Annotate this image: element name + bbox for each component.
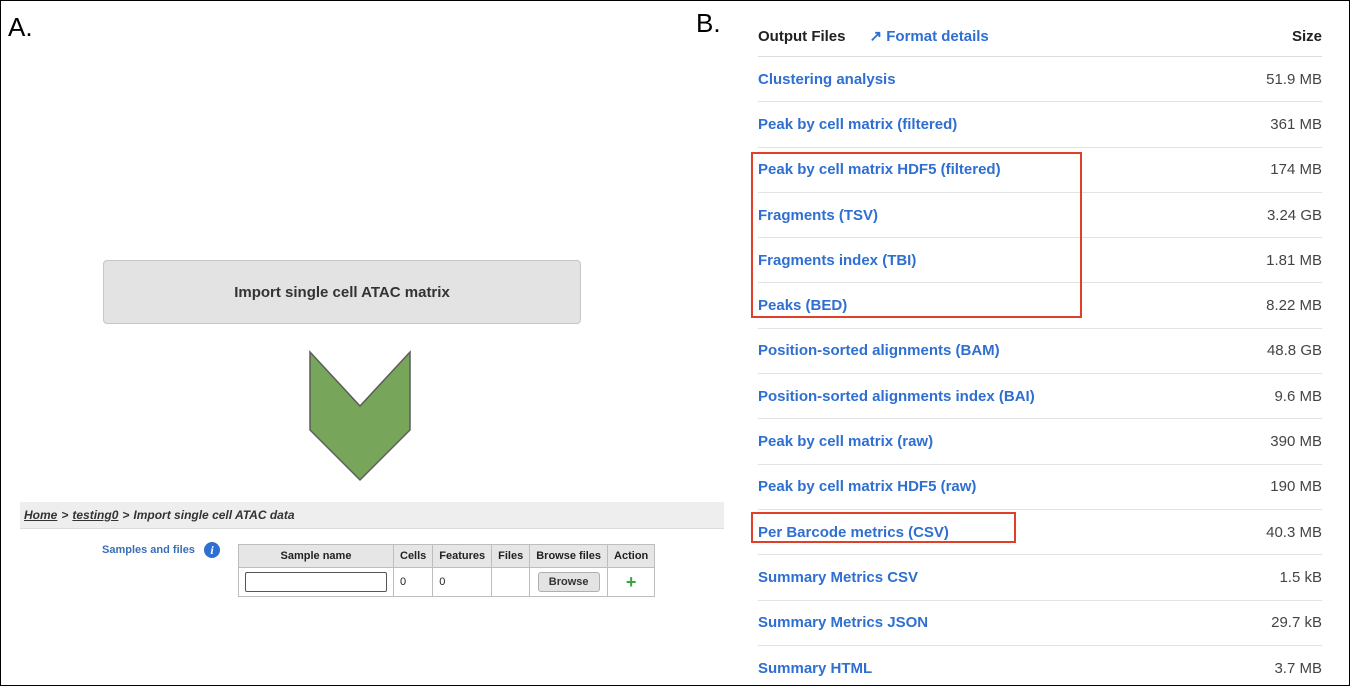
table-header-row: Sample name Cells Features Files Browse … — [238, 544, 656, 568]
format-details-link[interactable]: ↗ Format details — [870, 27, 989, 45]
file-size: 40.3 MB — [1266, 523, 1322, 541]
file-link[interactable]: Position-sorted alignments (BAM) — [758, 342, 1000, 359]
file-size: 29.7 kB — [1271, 614, 1322, 632]
col-header-files: Files — [491, 544, 531, 568]
down-chevron-arrow-icon — [309, 350, 411, 482]
list-item: Summary Metrics JSON 29.7 kB — [758, 601, 1322, 646]
file-size: 190 MB — [1270, 478, 1322, 496]
col-header-sample-name: Sample name — [238, 544, 394, 568]
file-size: 3.24 GB — [1266, 206, 1322, 224]
file-size: 51.9 MB — [1266, 70, 1322, 88]
output-files-header: Output Files ↗ Format details Size — [758, 16, 1322, 57]
panel-a-label: A. — [8, 12, 33, 42]
import-atac-matrix-button[interactable]: Import single cell ATAC matrix — [103, 260, 581, 324]
list-item: Clustering analysis 51.9 MB — [758, 57, 1322, 103]
cell-browse: Browse — [529, 567, 609, 597]
add-sample-plus-icon[interactable]: + — [626, 572, 637, 592]
sample-name-input[interactable] — [245, 572, 387, 592]
breadcrumb-separator: > — [61, 508, 69, 522]
file-link[interactable]: Summary Metrics JSON — [758, 614, 928, 631]
highlight-box-barcode-metrics — [751, 512, 1016, 543]
col-header-browse-files: Browse files — [529, 544, 609, 568]
list-item: Summary HTML 3.7 MB — [758, 646, 1322, 691]
file-size: 1.81 MB — [1266, 251, 1322, 269]
list-item: Peak by cell matrix HDF5 (raw) 190 MB — [758, 465, 1322, 510]
cell-sample-name — [238, 567, 394, 597]
output-files-title: Output Files — [758, 27, 846, 45]
list-item: Summary Metrics CSV 1.5 kB — [758, 555, 1322, 601]
cell-action: + — [607, 567, 656, 597]
list-item: Position-sorted alignments index (BAI) 9.… — [758, 374, 1322, 420]
col-header-action: Action — [607, 544, 656, 568]
col-header-features: Features — [432, 544, 493, 568]
file-size: 361 MB — [1270, 115, 1322, 133]
file-size: 8.22 MB — [1266, 297, 1322, 315]
file-link[interactable]: Clustering analysis — [758, 71, 896, 88]
file-link[interactable]: Summary Metrics CSV — [758, 569, 918, 586]
list-item: Position-sorted alignments (BAM) 48.8 GB — [758, 329, 1322, 375]
file-link[interactable]: Peak by cell matrix (filtered) — [758, 116, 957, 133]
breadcrumb-home-link[interactable]: Home — [24, 508, 57, 522]
format-details-label: Format details — [886, 28, 989, 45]
breadcrumb-current: Import single cell ATAC data — [133, 508, 295, 522]
external-link-icon: ↗ — [869, 28, 883, 45]
breadcrumb: Home > testing0 > Import single cell ATA… — [20, 502, 724, 529]
cell-features: 0 — [432, 567, 493, 597]
samples-table: Sample name Cells Features Files Browse … — [238, 544, 656, 597]
samples-and-files-label: Samples and files — [102, 544, 195, 556]
breadcrumb-separator: > — [122, 508, 130, 522]
list-item: Peak by cell matrix (filtered) 361 MB — [758, 102, 1322, 148]
breadcrumb-project-link[interactable]: testing0 — [72, 508, 118, 522]
browse-button[interactable]: Browse — [537, 572, 600, 592]
file-link[interactable]: Peak by cell matrix HDF5 (raw) — [758, 478, 976, 495]
file-size: 390 MB — [1270, 433, 1322, 451]
cell-files — [491, 567, 531, 597]
file-size: 174 MB — [1270, 161, 1322, 179]
list-item: Peak by cell matrix (raw) 390 MB — [758, 419, 1322, 465]
panel-b-label: B. — [696, 8, 721, 38]
info-icon[interactable]: i — [204, 542, 220, 558]
table-row: 0 0 Browse + — [238, 567, 656, 597]
file-link[interactable]: Peak by cell matrix (raw) — [758, 433, 933, 450]
file-link[interactable]: Position-sorted alignments index (BAI) — [758, 388, 1035, 405]
file-size: 3.7 MB — [1274, 660, 1322, 677]
cell-cells: 0 — [392, 567, 434, 597]
file-size: 1.5 kB — [1279, 568, 1322, 586]
size-column-header: Size — [1291, 27, 1322, 45]
file-link[interactable]: Summary HTML — [758, 660, 872, 677]
highlight-box-atac-files — [751, 152, 1082, 318]
file-size: 48.8 GB — [1266, 342, 1322, 360]
file-size: 9.6 MB — [1274, 387, 1322, 405]
col-header-cells: Cells — [392, 544, 434, 568]
